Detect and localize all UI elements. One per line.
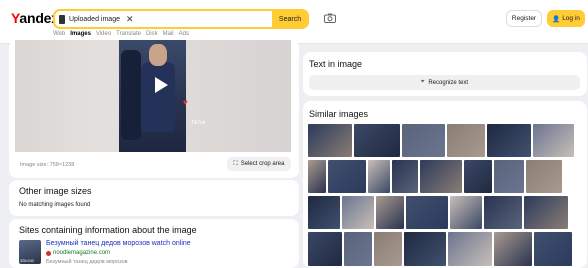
- similar-image-thumb[interactable]: [342, 196, 374, 229]
- crop-icon: ⛶: [233, 160, 238, 167]
- tab-mail[interactable]: Mail: [163, 31, 174, 37]
- preview-background: ♥ TikTok: [15, 40, 291, 152]
- similar-image-thumb[interactable]: [533, 124, 574, 157]
- photo-figure-head: [149, 44, 167, 66]
- search-button[interactable]: Search: [272, 11, 307, 27]
- recognize-text-button[interactable]: ⌖ Recognize text: [309, 75, 580, 90]
- similar-image-thumb[interactable]: [308, 232, 342, 266]
- similar-image-thumb[interactable]: [420, 160, 462, 193]
- tab-disk[interactable]: Disk: [146, 31, 158, 37]
- similar-images-card: Similar images: [303, 101, 587, 268]
- similar-image-thumb[interactable]: [308, 160, 326, 193]
- similar-image-thumb[interactable]: [524, 196, 568, 229]
- similar-image-thumb[interactable]: [308, 124, 352, 157]
- chip-label: Uploaded image: [69, 16, 120, 23]
- heart-icon: ♥: [183, 98, 188, 107]
- similar-images-grid: [308, 124, 582, 266]
- sites-title: Sites containing information about the i…: [19, 225, 197, 235]
- site-domain-text: noodlemagazine.com: [53, 250, 111, 256]
- similar-image-thumb[interactable]: [487, 124, 531, 157]
- camera-icon[interactable]: [324, 13, 336, 23]
- similar-image-thumb[interactable]: [534, 232, 572, 266]
- photo-figure-left: [121, 50, 141, 140]
- tab-video[interactable]: Video: [96, 31, 111, 37]
- similar-image-thumb[interactable]: [526, 160, 562, 193]
- similar-image-thumb[interactable]: [448, 232, 492, 266]
- uploaded-photo[interactable]: [119, 40, 186, 152]
- other-sizes-card: Other image sizes No matching images fou…: [9, 180, 299, 216]
- similar-image-thumb[interactable]: [368, 160, 390, 193]
- sites-card: Sites containing information about the i…: [9, 219, 299, 268]
- similar-image-thumb[interactable]: [450, 196, 482, 229]
- similar-image-thumb[interactable]: [464, 160, 492, 193]
- similar-image-thumb[interactable]: [404, 232, 446, 266]
- register-button[interactable]: Register: [506, 10, 542, 27]
- similar-image-thumb[interactable]: [392, 160, 418, 193]
- site-domain[interactable]: noodlemagazine.com: [46, 250, 110, 256]
- tab-translate[interactable]: Translate: [116, 31, 141, 37]
- similar-image-thumb[interactable]: [402, 124, 445, 157]
- tab-images[interactable]: Images: [70, 31, 91, 37]
- similar-image-thumb[interactable]: [406, 196, 448, 229]
- similar-image-thumb[interactable]: [494, 160, 524, 193]
- similar-image-thumb[interactable]: [328, 160, 366, 193]
- similar-image-thumb[interactable]: [374, 232, 402, 266]
- top-bar: Yandex Uploaded image ✕ Search Register …: [0, 0, 588, 44]
- site-thumbnail[interactable]: 320×240: [19, 240, 41, 264]
- image-preview-card: ♥ TikTok Image size: 758×1238 ⛶ Select c…: [9, 40, 299, 178]
- crop-label: Select crop area: [240, 161, 285, 167]
- search-box[interactable]: Uploaded image ✕ Search: [53, 9, 309, 29]
- play-icon[interactable]: [155, 77, 168, 93]
- select-crop-button[interactable]: ⛶ Select crop area: [227, 157, 291, 171]
- site-link[interactable]: Безумный танец дедов морозов watch onlin…: [46, 240, 191, 247]
- recognize-label: Recognize text: [428, 79, 469, 86]
- similar-image-thumb[interactable]: [354, 124, 400, 157]
- similar-image-thumb[interactable]: [344, 232, 372, 266]
- close-icon[interactable]: ✕: [126, 15, 134, 24]
- text-in-image-card: Text in image ⌖ Recognize text: [303, 52, 587, 96]
- site-description: Безумный танец дедов морозов: [46, 259, 128, 265]
- similar-image-thumb[interactable]: [484, 196, 522, 229]
- similar-image-thumb[interactable]: [376, 196, 404, 229]
- yandex-logo[interactable]: Yandex: [11, 10, 59, 26]
- image-size-label: Image size: 758×1238: [20, 162, 75, 168]
- thumb-size: 320×240: [20, 259, 34, 263]
- tiktok-watermark: TikTok: [191, 120, 206, 126]
- similar-title: Similar images: [309, 109, 369, 119]
- similar-image-thumb[interactable]: [494, 232, 532, 266]
- tab-web[interactable]: Web: [53, 31, 65, 37]
- uploaded-image-chip[interactable]: Uploaded image ✕: [59, 13, 134, 26]
- search-tabs: Web Images Video Translate Disk Mail Ads: [53, 31, 189, 37]
- other-sizes-empty: No matching images found: [19, 202, 91, 208]
- scan-icon: ⌖: [420, 79, 425, 85]
- text-in-image-title: Text in image: [309, 59, 363, 69]
- similar-image-thumb[interactable]: [447, 124, 485, 157]
- photo-figure-dress: [141, 62, 175, 132]
- uploaded-thumb-icon: [59, 15, 65, 24]
- other-sizes-title: Other image sizes: [19, 186, 92, 196]
- login-button[interactable]: 👤 Log in: [547, 10, 585, 27]
- login-label: Log in: [562, 15, 580, 22]
- tab-ads[interactable]: Ads: [179, 31, 189, 37]
- user-icon: 👤: [552, 15, 561, 23]
- similar-image-thumb[interactable]: [308, 196, 340, 229]
- favicon-icon: [46, 250, 51, 256]
